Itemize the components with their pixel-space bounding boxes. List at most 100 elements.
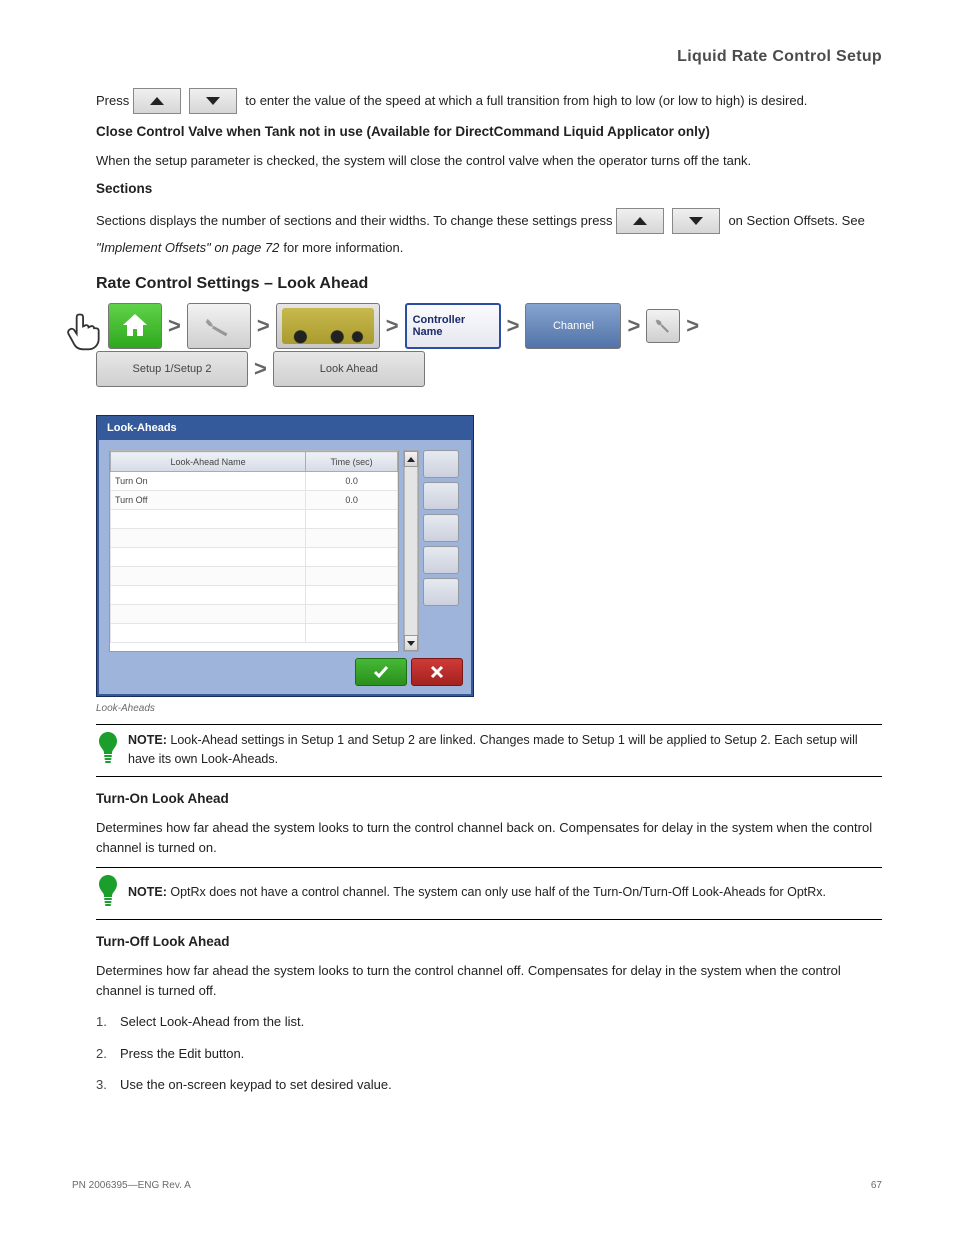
- arrow-down-button[interactable]: [672, 208, 720, 234]
- footer-pn: PN 2006395—ENG Rev. A: [72, 1180, 191, 1191]
- breadcrumb-setup[interactable]: Setup 1/Setup 2: [96, 351, 248, 387]
- table-scrollbar[interactable]: [403, 450, 419, 652]
- arrow-down-icon: [206, 97, 220, 105]
- cross-ref-link: "Implement Offsets" on page 72: [96, 238, 279, 258]
- scroll-down-button[interactable]: [404, 635, 418, 651]
- breadcrumb-settings[interactable]: [187, 303, 251, 349]
- lightbulb-icon: [96, 874, 120, 911]
- dialog-figure: Look-Aheads Look-Ahead Name Time (sec): [96, 415, 882, 714]
- wrench-icon: [654, 317, 672, 335]
- arrow-up-button[interactable]: [133, 88, 181, 114]
- cell-name: Turn On: [111, 472, 306, 491]
- scroll-track[interactable]: [404, 467, 418, 635]
- tap-hand-icon: [96, 303, 104, 349]
- table-row: [111, 586, 398, 605]
- col-header-name: Look-Ahead Name: [111, 452, 306, 472]
- text: for more information.: [283, 238, 403, 258]
- text: on Section Offsets. See: [728, 211, 864, 231]
- arrow-up-icon: [150, 97, 164, 105]
- rate-look-heading: Rate Control Settings – Look Ahead: [96, 275, 882, 293]
- note-block: NOTE: Look-Ahead settings in Setup 1 and…: [96, 725, 882, 776]
- chevron-right-icon: >: [252, 356, 269, 382]
- tractor-icon: [282, 308, 374, 344]
- table-row[interactable]: Turn On 0.0: [111, 472, 398, 491]
- breadcrumb-home[interactable]: [108, 303, 162, 349]
- side-button[interactable]: [423, 482, 459, 510]
- scroll-up-button[interactable]: [404, 451, 418, 467]
- breadcrumb-wrench-small[interactable]: [646, 309, 680, 343]
- cancel-button[interactable]: [411, 658, 463, 686]
- lookahead-table: Look-Ahead Name Time (sec) Turn On 0.0 T…: [109, 450, 399, 652]
- cctv-body: When the setup parameter is checked, the…: [96, 151, 882, 171]
- arrow-up-button[interactable]: [616, 208, 664, 234]
- chevron-right-icon: >: [166, 313, 183, 339]
- table-row[interactable]: Turn Off 0.0: [111, 491, 398, 510]
- page-footer: PN 2006395—ENG Rev. A 67: [72, 1180, 882, 1191]
- turnon-heading: Turn-On Look Ahead: [96, 791, 882, 806]
- chevron-right-icon: >: [505, 313, 522, 339]
- side-button[interactable]: [423, 450, 459, 478]
- step-number: 3.: [96, 1075, 110, 1095]
- step-text: Press the Edit button.: [120, 1044, 244, 1064]
- sections-heading: Sections: [96, 181, 882, 196]
- arrow-up-icon: [633, 217, 647, 225]
- list-item: 3. Use the on-screen keypad to set desire…: [96, 1075, 882, 1095]
- lookaheads-dialog: Look-Aheads Look-Ahead Name Time (sec): [96, 415, 474, 697]
- page-header: Liquid Rate Control Setup: [96, 48, 882, 66]
- note-text: NOTE: Look-Ahead settings in Setup 1 and…: [128, 731, 882, 767]
- breadcrumb-row-1: > > > Controller Name > Channel > >: [96, 303, 882, 349]
- side-button[interactable]: [423, 546, 459, 574]
- wrench-icon: [202, 315, 236, 337]
- side-button[interactable]: [423, 578, 459, 606]
- breadcrumb-channel[interactable]: Channel: [525, 303, 621, 349]
- x-icon: [429, 664, 445, 680]
- step-text: Use the on-screen keypad to set desired …: [120, 1075, 392, 1095]
- arrow-down-icon: [407, 641, 415, 646]
- arrow-down-button[interactable]: [189, 88, 237, 114]
- table-row: [111, 624, 398, 643]
- list-item: 2. Press the Edit button.: [96, 1044, 882, 1064]
- steps-list: 1.Select Look-Ahead from the list. 2. Pre…: [96, 1012, 882, 1095]
- text: Press: [96, 91, 129, 111]
- arrow-up-icon: [407, 457, 415, 462]
- cell-name: Turn Off: [111, 491, 306, 510]
- text: Sections displays the number of sections…: [96, 211, 612, 231]
- home-icon: [119, 310, 151, 342]
- cctv-heading: Close Control Valve when Tank not in use…: [96, 124, 882, 139]
- figure-caption: Look-Aheads: [96, 703, 882, 714]
- cell-time: 0.0: [306, 472, 398, 491]
- footer-page: 67: [871, 1180, 882, 1191]
- table-row: [111, 510, 398, 529]
- check-icon: [373, 664, 389, 680]
- breadcrumb-row-2: Setup 1/Setup 2 > Look Ahead: [96, 351, 882, 387]
- sections-paragraph: Sections displays the number of sections…: [96, 208, 882, 258]
- note-label: NOTE:: [128, 885, 167, 899]
- ok-button[interactable]: [355, 658, 407, 686]
- note-text: NOTE: OptRx does not have a control chan…: [128, 883, 826, 901]
- col-header-time: Time (sec): [306, 452, 398, 472]
- breadcrumb-lookahead[interactable]: Look Ahead: [273, 351, 425, 387]
- side-button[interactable]: [423, 514, 459, 542]
- step-text: Select Look-Ahead from the list.: [120, 1012, 304, 1032]
- breadcrumb-implement[interactable]: [276, 303, 380, 349]
- table-row: [111, 548, 398, 567]
- text: to enter the value of the speed at which…: [245, 91, 807, 111]
- hr: [96, 919, 882, 920]
- note-label: NOTE:: [128, 733, 167, 747]
- cell-time: 0.0: [306, 491, 398, 510]
- chevron-right-icon: >: [684, 313, 701, 339]
- table-row: [111, 567, 398, 586]
- turnoff-body: Determines how far ahead the system look…: [96, 961, 882, 1000]
- list-item: 1.Select Look-Ahead from the list.: [96, 1012, 882, 1032]
- arrow-down-icon: [689, 217, 703, 225]
- lightbulb-icon: [96, 731, 120, 768]
- breadcrumb-controller[interactable]: Controller Name: [405, 303, 501, 349]
- text: Look-Ahead settings in Setup 1 and Setup…: [128, 733, 858, 765]
- table-row: [111, 605, 398, 624]
- chevron-right-icon: >: [384, 313, 401, 339]
- turnoff-heading: Turn-Off Look Ahead: [96, 934, 882, 949]
- table-row: [111, 529, 398, 548]
- step-number: 2.: [96, 1044, 110, 1064]
- dialog-title: Look-Aheads: [99, 418, 471, 440]
- chevron-right-icon: >: [625, 313, 642, 339]
